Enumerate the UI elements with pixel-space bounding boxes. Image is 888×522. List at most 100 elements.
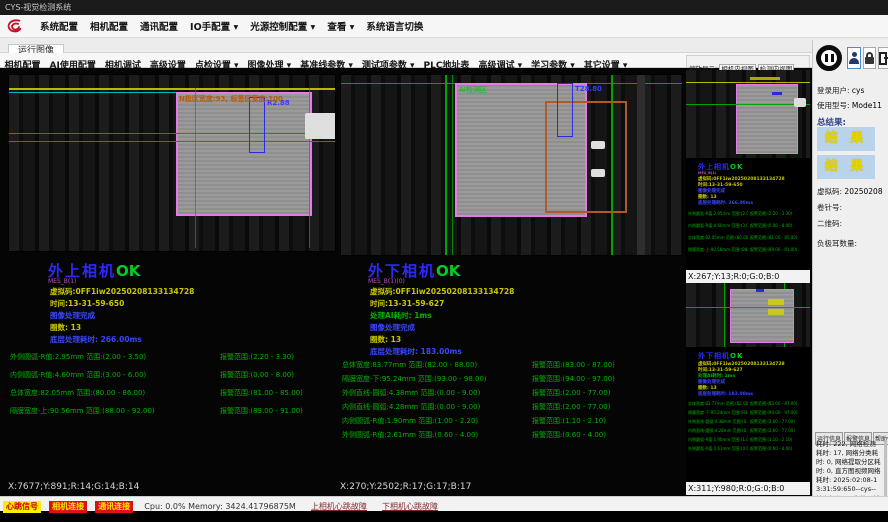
qrcode-label: 二维码: [817, 218, 842, 229]
alarm-range-text: 报警范围:(81.00 - 85.00) [220, 388, 303, 398]
measurement-row: 隔膜宽度-下:95.24mm 范围:(93.00 - 98.00) 报警范围:(… [686, 410, 810, 419]
thumb-annotation [756, 289, 764, 292]
measurement-row: 隔膜宽度-上:90.56mm 范围:(88.00 - 92.00) 报警范围:(… [686, 247, 810, 259]
measurement-text: 内侧圆弧-R值:4.60mm 范围:(3.00 - 6.00) [688, 223, 748, 229]
alarm-range-text: 报警范围:(83.00 - 87.00) [750, 401, 808, 407]
menu-item[interactable]: 查看 ▾ [327, 16, 354, 39]
measurement-text: 隔膜宽度-下:95.24mm 范围:(93.00 - 98.00) [688, 410, 748, 416]
thumb-annotation [750, 77, 780, 80]
done-line: 图像处理完成 [370, 322, 415, 333]
thumb-upper-camera[interactable]: 外上相机OK MES_B(1) 虚拟码:0FF1iw20250208133134… [686, 70, 810, 270]
menu-item[interactable]: 光源控制配置 ▾ [250, 16, 315, 39]
menubar: 系统配置相机配置通讯配置 IO手配置 ▾ 光源控制配置 ▾ 查看 ▾ 系统语言切换 [0, 15, 888, 38]
thumb-upper-coords: X:267;Y:13;R:0;G:0;B:0 [686, 270, 810, 283]
menu: 系统配置相机配置通讯配置 IO手配置 ▾ 光源控制配置 ▾ 查看 ▾ 系统语言切换 [34, 15, 429, 38]
measurement-row: 外侧圆弧-R值:2.61mm 范围:(0.60 - 4.00) 报警范围:(0.… [686, 446, 810, 455]
measure-line-green [686, 307, 810, 308]
measurement-row: 总体宽度:83.77mm 范围:(82.00 - 88.00) 报警范围:(83… [340, 360, 683, 374]
app-logo-icon [6, 18, 24, 36]
mes-tag: MES_B(1) [698, 171, 716, 175]
upper-camera-heartbeat-error: 上相机心跳故障 [311, 502, 367, 511]
login-user-value: cys [852, 86, 864, 95]
thumb-product-region [730, 289, 794, 343]
alarm-range-text: 报警范围:(94.00 - 97.00) [750, 410, 808, 416]
thumb-image [686, 70, 810, 158]
left-result-panel: 外上相机OK MES_B(1) 虚拟码:0FF1iw20250208133134… [8, 254, 336, 476]
measurement-row: 外侧圆弧-R值:2.61mm 范围:(0.60 - 4.00) 报警范围:(0.… [340, 430, 683, 444]
ai-time-line: 处理AI耗时: 1ms [370, 310, 432, 321]
measurement-row: 内侧圆弧-R值:1.90mm 范围:(1.00 - 2.20) 报警范围:(1.… [340, 416, 683, 430]
roi-blue-rect [557, 83, 573, 137]
exit-door-icon [879, 52, 888, 65]
measurement-text: 总体宽度:83.77mm 范围:(82.00 - 88.00) [688, 401, 748, 407]
vcode-label: 虚拟码: [817, 187, 842, 196]
measure-line-vertical [452, 75, 453, 256]
camera-ok-status: OK [730, 163, 743, 171]
middle-measurement-rows: 总体宽度:83.77mm 范围:(82.00 - 88.00) 报警范围:(83… [340, 360, 683, 444]
measurement-row: 隔膜宽度-下:95.24mm 范围:(93.00 - 98.00) 报警范围:(… [340, 374, 683, 388]
thumb-camera-title: 外下相机OK [698, 351, 743, 361]
model-label: 使用型号: [817, 101, 850, 110]
lock-button[interactable] [863, 47, 876, 69]
alarm-range-text: 报警范围:(2.00 - 77.00) [750, 419, 808, 425]
login-user-row: 登录用户: cys [817, 85, 864, 96]
pause-button[interactable] [816, 45, 842, 71]
measurement-text: 总体宽度:83.77mm 范围:(82.00 - 88.00) [342, 360, 477, 370]
mes-tag: MES_B(1)(0) [368, 278, 405, 285]
elapsed-line: 底层处理耗时: 183.00ms [370, 346, 462, 357]
elapsed-line: 底层处理耗时: 266.00ms [698, 200, 753, 206]
pin-label: 卷针号: [817, 202, 842, 213]
barcode-line: 虚拟码:0FF1iw20250208133134728 [370, 286, 514, 297]
time-line: 时间:13-31-59-650 [50, 298, 124, 309]
menu-item[interactable]: 通讯配置 [140, 16, 178, 39]
measurement-row: 外侧圆弧-R值:2.95mm 范围:(2.00 - 3.50) 报警范围:(2.… [8, 352, 336, 370]
camera-ok-status: OK [116, 262, 140, 280]
measurement-row: 总体宽度:82.05mm 范围:(80.00 - 86.00) 报警范围:(81… [686, 235, 810, 247]
logout-button[interactable] [878, 47, 888, 69]
connector-blob [794, 98, 806, 107]
menu-item[interactable]: 系统配置 [40, 16, 78, 39]
camera-name: 外下相机 [698, 352, 730, 360]
left-camera-viewport[interactable]: R2.88 N极区宽度:93, 标签区宽度:100 [8, 74, 336, 252]
roi-blue-label: T28.80 [575, 85, 602, 93]
measurement-text: 外侧直线-圆弧:4.38mm 范围:(0.00 - 9.00) [342, 388, 480, 398]
connector-blob [305, 113, 336, 139]
menu-item[interactable]: 相机配置 [90, 16, 128, 39]
measurement-text: 外侧圆弧-R值:2.95mm 范围:(2.00 - 3.50) [688, 211, 748, 217]
middle-camera-viewport[interactable]: AI检测区 T28.80 [340, 74, 683, 256]
measurement-text: 外侧直线-圆弧:4.38mm 范围:(0.00 - 9.00) [688, 419, 748, 425]
thumb-view-header: 缩放显示:相机内视图检测内视图 [686, 55, 810, 68]
alarm-range-text: 报警范围:(2.00 - 77.00) [532, 402, 610, 412]
person-icon [849, 52, 859, 64]
measure-line-vertical [195, 88, 196, 248]
heartbeat-status-badge: 心跳信号 [3, 501, 41, 513]
measure-line-green [686, 104, 810, 105]
alarm-range-text: 报警范围:(83.00 - 87.00) [532, 360, 615, 370]
left-cursor-coords: X:7677;Y:891;R:14;G:14;B:14 [8, 482, 139, 492]
baseline-yellow [9, 88, 336, 90]
left-width-overlay: N极区宽度:93, 标签区宽度:100 [179, 94, 283, 104]
user-login-button[interactable] [847, 47, 861, 69]
tab-strip: 运行图像 [0, 38, 888, 53]
bright-spot [591, 169, 605, 177]
light-band [637, 75, 645, 256]
measurement-row: 内侧直线-圆弧:4.28mm 范围:(0.00 - 9.00) 报警范围:(2.… [340, 402, 683, 416]
alarm-range-text: 报警范围:(89.00 - 91.00) [220, 406, 303, 416]
measurement-row: 内侧圆弧-R值:1.90mm 范围:(1.00 - 2.20) 报警范围:(1.… [686, 437, 810, 446]
measurement-row: 内侧直线-圆弧:4.28mm 范围:(0.00 - 9.00) 报警范围:(2.… [686, 428, 810, 437]
menu-item[interactable]: 系统语言切换 [366, 16, 423, 39]
thumb-lower-camera[interactable]: 外下相机OK 虚拟码:0FF1iw20250208133134728 时间:13… [686, 283, 810, 482]
lock-icon [865, 52, 874, 64]
measurement-row: 总体宽度:83.77mm 范围:(82.00 - 88.00) 报警范围:(83… [686, 401, 810, 410]
measurement-text: 外侧圆弧-R值:2.61mm 范围:(0.60 - 4.00) [688, 446, 748, 452]
alarm-range-text: 报警范围:(94.00 - 97.00) [532, 374, 615, 384]
barcode-line: 虚拟码:0FF1iw20250208133134728 [50, 286, 194, 297]
measurement-text: 隔膜宽度-上:90.56mm 范围:(88.00 - 92.00) [10, 406, 155, 416]
elapsed-line: 底层处理耗时: 266.00ms [50, 334, 142, 345]
thumb-measurement-rows: 总体宽度:83.77mm 范围:(82.00 - 88.00) 报警范围:(83… [686, 401, 810, 455]
alarm-range-text: 报警范围:(1.10 - 2.10) [750, 437, 808, 443]
menu-item[interactable]: IO手配置 ▾ [190, 16, 238, 39]
middle-result-panel: 外下相机OK MES_B(1)(0) 虚拟码:0FF1iw20250208133… [340, 254, 683, 476]
model-value[interactable]: Mode11 [852, 101, 882, 110]
measurement-row: 内侧圆弧-R值:4.60mm 范围:(3.00 - 6.00) 报警范围:(0.… [8, 370, 336, 388]
